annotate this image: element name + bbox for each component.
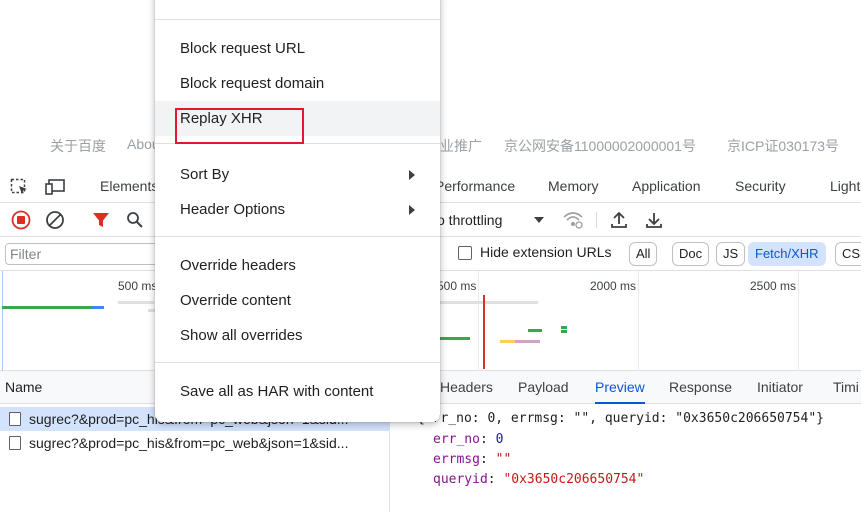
timeline-tick-label: 500 ms <box>118 279 158 293</box>
import-har-icon[interactable] <box>609 210 629 230</box>
timeline-gridline <box>478 271 479 371</box>
network-conditions-icon[interactable] <box>562 211 584 229</box>
tab-preview[interactable]: Preview <box>595 371 645 404</box>
load-event-marker <box>483 295 485 369</box>
document-icon <box>9 436 21 450</box>
tab-initiator[interactable]: Initiator <box>757 371 803 404</box>
menu-item-header-options[interactable]: Header Options <box>155 192 440 227</box>
timeline-tick-label: 500 ms <box>437 279 477 293</box>
timeline-selection-left[interactable] <box>2 271 3 371</box>
export-har-icon[interactable] <box>644 210 664 230</box>
tab-performance[interactable]: Performance <box>435 170 515 203</box>
preview-field-value: "" <box>495 452 512 467</box>
timeline-bar <box>118 301 154 304</box>
menu-item-label: Save all as HAR with content <box>180 383 374 400</box>
footer-link-about-baidu[interactable]: 关于百度 <box>50 136 106 156</box>
search-icon[interactable] <box>126 211 144 229</box>
tab-lighthouse[interactable]: Light <box>830 170 860 203</box>
menu-separator <box>155 362 440 363</box>
submenu-arrow-icon <box>409 170 415 180</box>
menu-item-label: Sort By <box>180 166 230 183</box>
type-filter-fetch-xhr[interactable]: Fetch/XHR <box>748 242 826 266</box>
timeline-gridline <box>638 271 639 371</box>
tab-payload[interactable]: Payload <box>518 371 569 404</box>
table-row[interactable]: sugrec?&prod=pc_his&from=pc_web&json=1&s… <box>0 431 390 455</box>
preview-field-value: 0 <box>495 432 504 447</box>
footer-link-icp[interactable]: 京ICP证030173号 <box>727 136 839 156</box>
type-filter-doc[interactable]: Doc <box>672 242 710 266</box>
menu-item-label: Header Options <box>180 201 286 218</box>
request-name: sugrec?&prod=pc_his&from=pc_web&json=1&s… <box>29 435 349 451</box>
menu-item-override-headers[interactable]: Override headers <box>155 248 440 283</box>
name-column-header[interactable]: Name <box>5 371 42 404</box>
preview-field: errmsg: "" <box>433 452 512 467</box>
menu-item-label: Show all overrides <box>180 327 303 344</box>
type-filter-js[interactable]: JS <box>716 242 746 266</box>
timeline-tick-label: 2500 ms <box>750 279 797 293</box>
footer-link-business[interactable]: 业推广 <box>440 136 482 156</box>
submenu-arrow-icon <box>409 205 415 215</box>
tab-memory[interactable]: Memory <box>548 170 599 203</box>
menu-separator <box>155 236 440 237</box>
timeline-bar <box>92 306 104 309</box>
timeline-tick-label: 2000 ms <box>590 279 637 293</box>
timeline-bar <box>515 340 540 343</box>
menu-item-label: Block request domain <box>180 75 325 92</box>
hide-extension-urls-label: Hide extension URLs <box>480 244 612 260</box>
tab-timing[interactable]: Timi <box>833 371 859 404</box>
menu-item-show-all-overrides[interactable]: Show all overrides <box>155 318 440 353</box>
annotation-highlight-box <box>175 108 304 144</box>
menu-item-block-request-domain[interactable]: Block request domain <box>155 66 440 101</box>
menu-item-block-request-url[interactable]: Block request URL <box>155 31 440 66</box>
device-toolbar-icon[interactable] <box>45 178 67 196</box>
preview-summary[interactable]: {err_no: 0, errmsg: "", queryid: "0x3650… <box>417 411 824 426</box>
preview-pane: {err_no: 0, errmsg: "", queryid: "0x3650… <box>390 404 861 512</box>
timeline-bar <box>2 306 92 309</box>
record-stop-icon[interactable] <box>11 210 31 230</box>
tab-response[interactable]: Response <box>669 371 732 404</box>
menu-item-label: Block request URL <box>180 40 306 57</box>
menu-item-sort-by[interactable]: Sort By <box>155 157 440 192</box>
preview-field-value: "0x3650c206650754" <box>503 472 645 487</box>
menu-item-label: Override content <box>180 292 291 309</box>
tab-headers[interactable]: Headers <box>440 371 493 404</box>
timeline-bar <box>561 326 567 329</box>
throttling-dropdown-icon[interactable] <box>533 216 545 224</box>
preview-field-key: err_no <box>433 432 480 447</box>
preview-field-key: queryid <box>433 472 488 487</box>
inspect-element-icon[interactable] <box>10 178 30 196</box>
timeline-gridline <box>798 271 799 371</box>
tab-elements[interactable]: Elements <box>100 170 158 203</box>
clear-icon[interactable] <box>45 210 65 230</box>
menu-separator <box>155 19 440 20</box>
toolbar-divider <box>596 212 597 228</box>
filter-icon[interactable] <box>92 211 110 229</box>
preview-field-key: errmsg <box>433 452 480 467</box>
menu-item-override-content[interactable]: Override content <box>155 283 440 318</box>
preview-field: queryid: "0x3650c206650754" <box>433 472 645 487</box>
timeline-bar <box>440 301 538 304</box>
menu-item-label: Override headers <box>180 257 296 274</box>
hide-extension-urls-checkbox[interactable] <box>458 246 472 260</box>
menu-item-save-har[interactable]: Save all as HAR with content <box>155 374 440 409</box>
type-filter-css[interactable]: CSS <box>835 242 861 266</box>
preview-field: err_no: 0 <box>433 432 504 447</box>
throttling-select[interactable]: o throttling <box>437 203 502 237</box>
tab-application[interactable]: Application <box>632 170 701 203</box>
timeline-bar <box>561 330 567 333</box>
footer-link-police-record[interactable]: 京公网安备11000002000001号 <box>504 136 696 156</box>
tab-security[interactable]: Security <box>735 170 786 203</box>
timeline-bar <box>440 337 470 340</box>
context-menu: Block request URL Block request domain R… <box>155 0 440 422</box>
filter-input[interactable]: Filter <box>5 243 165 265</box>
type-filter-all[interactable]: All <box>629 242 658 266</box>
timeline-bar <box>528 329 542 332</box>
document-icon <box>9 412 21 426</box>
